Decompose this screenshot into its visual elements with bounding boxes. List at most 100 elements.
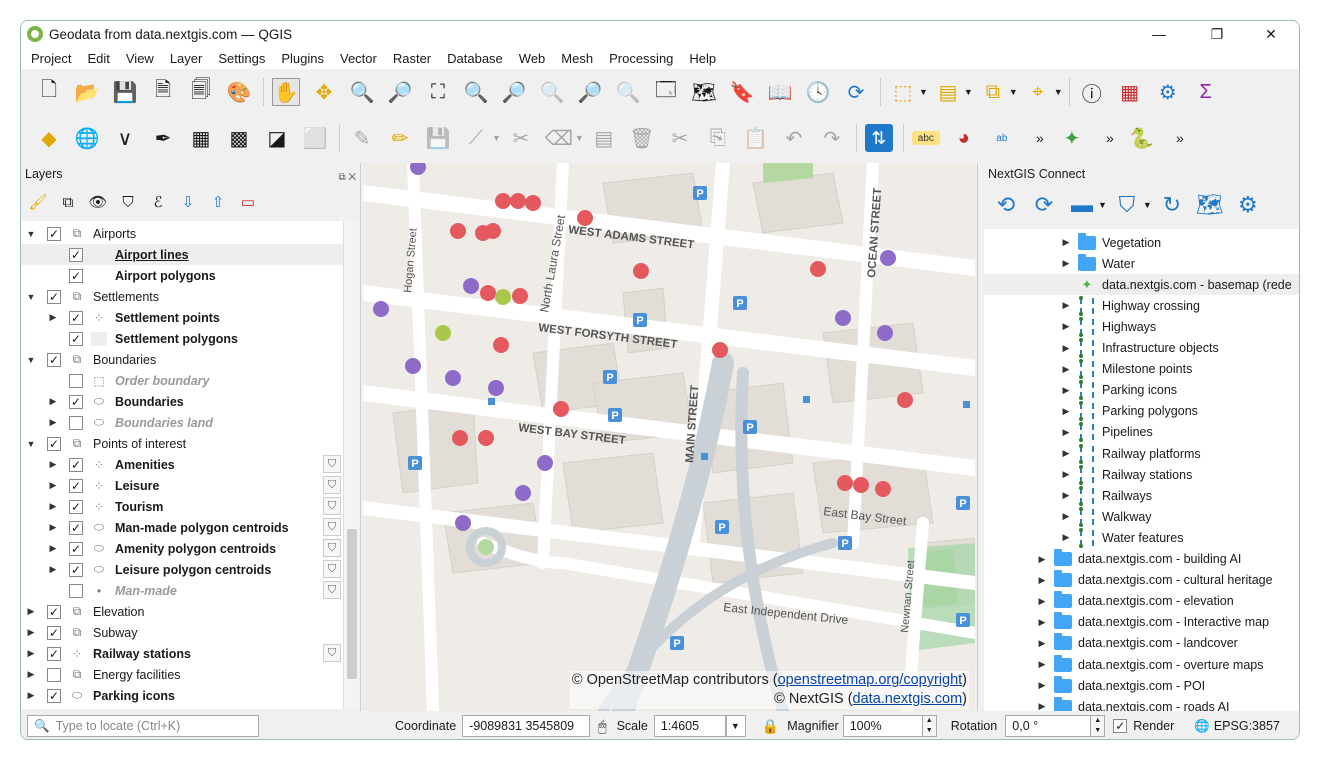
layer-filter-icon[interactable]: ⛉ [323,644,341,662]
zoom-to-layer-icon[interactable]: 🔎 [500,78,528,106]
layer-filter-icon[interactable]: ⛉ [323,476,341,494]
pan-to-selection-icon[interactable]: ✥ [310,78,338,106]
scale-dropdown-chevron-icon[interactable]: ▼ [725,715,746,737]
zoom-native-icon[interactable]: 🔍 [538,78,566,106]
remove-layer-icon[interactable]: ▭ [237,191,259,213]
ngc-resource-row[interactable]: ▶ data.nextgis.com - roads AI [984,696,1299,711]
restore-button[interactable]: ❐ [1194,21,1240,47]
mouse-coordinate-toggle-icon[interactable]: 🖱 [598,718,606,735]
label-options-icon[interactable]: ab [988,124,1016,152]
layer-row[interactable]: ▼ ✓ ⧉ Settlements [21,286,343,307]
locate-bar[interactable]: 🔍 Type to locate (Ctrl+K) [27,715,259,737]
new-bookmark-icon[interactable]: 🔖 [728,78,756,106]
more-icon[interactable]: » [1026,124,1054,152]
expand-arrow-icon[interactable]: ▶ [1060,237,1072,248]
close-button[interactable]: ✕ [1248,21,1294,47]
copy-icon[interactable]: ⎘ [704,124,732,152]
layer-visibility-checkbox[interactable]: ✓ [69,247,83,262]
ngc-resource-row[interactable]: ▶ Highway crossing [984,295,1299,316]
render-checkbox[interactable]: ✓ [1113,719,1128,733]
layer-visibility-checkbox[interactable]: ✓ [69,541,83,556]
menu-vector[interactable]: Vector [340,51,377,66]
menu-processing[interactable]: Processing [609,51,673,66]
settings-gear-icon[interactable]: ⚙ [1234,191,1262,219]
layer-visibility-checkbox[interactable] [69,415,83,430]
expand-arrow-icon[interactable]: ▶ [1036,680,1048,691]
ngc-sync-icon[interactable]: ⇅ [864,124,893,152]
layer-visibility-checkbox[interactable]: ✓ [47,436,61,451]
vertex-tool-icon[interactable]: ✂ [507,124,535,152]
expand-arrow-icon[interactable]: ▶ [47,543,59,554]
zoom-next-icon[interactable]: 🔍 [614,78,642,106]
chevron-down-icon[interactable]: ▼ [492,133,501,143]
zoom-full-icon[interactable]: ⛶ [424,78,452,106]
layer-row[interactable]: ▶ ✓ ⬭ Man-made polygon centroids ⛉ [21,517,343,538]
layer-visibility-checkbox[interactable]: ✓ [69,268,83,283]
ngc-resource-row[interactable]: ▶ Vegetation [984,232,1299,253]
new-print-layout-icon[interactable]: 🗎 [149,78,177,106]
layer-row[interactable]: ▶ ⧉ Energy facilities [21,664,343,685]
select-features-icon[interactable]: ⬚ [889,78,917,106]
ngc-resource-row[interactable]: ▶ data.nextgis.com - cultural heritage [984,570,1299,591]
layer-row[interactable]: ⬚ Order boundary [21,370,343,391]
expand-arrow-icon[interactable]: ▶ [25,648,37,659]
ngc-resource-row[interactable]: ▶ Parking icons [984,380,1299,401]
layer-row[interactable]: ▶ ✓ ⬭ Boundaries [21,391,343,412]
layer-visibility-checkbox[interactable]: ✓ [47,646,61,661]
new-mesh-layer-icon[interactable]: ◪ [263,124,291,152]
layer-filter-icon[interactable]: ⛉ [323,539,341,557]
new-spatialite-layer-icon[interactable]: ✒ [149,124,177,152]
measure-icon[interactable]: ▦ [1116,78,1144,106]
ngc-resource-row[interactable]: ▶ data.nextgis.com - POI [984,675,1299,696]
layer-visibility-checkbox[interactable]: ✓ [47,604,61,619]
layer-row[interactable]: ▼ ✓ ⧉ Points of interest [21,433,343,454]
expand-arrow-icon[interactable]: ▶ [1060,427,1072,438]
save-edits-icon[interactable]: 💾 [424,124,452,152]
paste-icon[interactable]: 📋 [742,124,770,152]
zoom-to-selection-icon[interactable]: 🔍 [462,78,490,106]
expand-arrow-icon[interactable]: ▶ [1060,532,1072,543]
menu-help[interactable]: Help [689,51,716,66]
export-layer-icon[interactable]: ⟳ [1030,191,1058,219]
ngc-resource-row[interactable]: ▶ Water features [984,527,1299,548]
new-3d-view-icon[interactable]: 🗺 [690,78,718,106]
expand-arrow-icon[interactable]: ▶ [47,312,59,323]
identify-icon[interactable]: ⓘ [1078,78,1106,106]
python-console-icon[interactable]: 🐍 [1128,124,1156,152]
layer-row[interactable]: ▼ ✓ ⧉ Boundaries [21,349,343,370]
ngc-resource-row[interactable]: ▶ Walkway [984,506,1299,527]
expand-arrow-icon[interactable]: ▶ [1060,406,1072,417]
refresh-icon[interactable]: ↻ [1158,191,1186,219]
expand-arrow-icon[interactable]: ▶ [1036,701,1048,711]
layer-row[interactable]: ▶ ✓ ⁘ Settlement points [21,307,343,328]
more-icon[interactable]: » [1096,124,1124,152]
expand-arrow-icon[interactable]: ▶ [47,564,59,575]
expand-arrow-icon[interactable]: ▶ [1060,258,1072,269]
ngc-resource-row[interactable]: ▶ Railway stations [984,464,1299,485]
layer-visibility-checkbox[interactable]: ✓ [69,499,83,514]
ngc-resource-row[interactable]: ▶ data.nextgis.com - elevation [984,591,1299,612]
menu-layer[interactable]: Layer [170,51,203,66]
expand-arrow-icon[interactable]: ▶ [47,459,59,470]
pan-map-icon[interactable]: ✋ [272,78,300,106]
ngc-resource-row[interactable]: ▶ data.nextgis.com - landcover [984,633,1299,654]
cut-icon[interactable]: ✂ [666,124,694,152]
expand-arrow-icon[interactable]: ▶ [1060,448,1072,459]
deselect-icon[interactable]: ⧉ [979,78,1007,106]
open-map-icon[interactable]: 🗺 [1196,191,1224,219]
filter-expression-icon[interactable]: ℰ [147,191,169,213]
chevron-down-icon[interactable]: ▼ [1054,87,1063,97]
expand-arrow-icon[interactable]: ▶ [1036,554,1048,565]
new-shapefile-layer-icon[interactable]: ∨ [111,124,139,152]
style-manager-icon[interactable]: 🎨 [225,78,253,106]
layer-row[interactable]: ✓ Airport lines [21,244,343,265]
panel-float-close-icon[interactable]: ⧉ ✕ [338,167,356,189]
layer-filter-icon[interactable]: ⛉ [323,560,341,578]
menu-web[interactable]: Web [519,51,546,66]
import-layer-icon[interactable]: ⟲ [992,191,1020,219]
filter-legend-icon[interactable]: ⛉ [117,191,139,213]
add-line-icon[interactable]: ⟋ [462,124,490,152]
expand-arrow-icon[interactable]: ▶ [47,522,59,533]
minimize-button[interactable]: — [1136,21,1182,47]
zoom-in-icon[interactable]: 🔍 [348,78,376,106]
